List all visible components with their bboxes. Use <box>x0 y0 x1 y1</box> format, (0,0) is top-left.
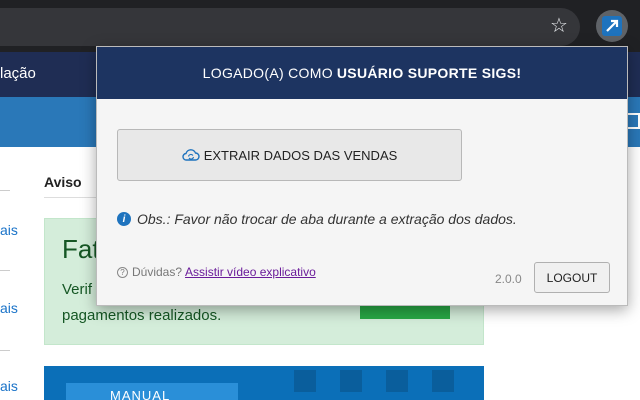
extension-icon <box>602 16 622 36</box>
alert-title: Fat <box>62 234 100 264</box>
help-prefix: Dúvidas? <box>132 265 183 279</box>
info-icon: i <box>117 212 131 226</box>
address-bar[interactable] <box>0 8 580 46</box>
header-prefix: LOGADO(A) COMO <box>202 65 333 81</box>
alert-text: Verif <box>62 281 93 298</box>
question-icon: ? <box>117 266 128 278</box>
obs-text: Obs.: Favor não trocar de aba durante a … <box>137 211 517 227</box>
sidebar-divider <box>0 190 10 191</box>
header-username: USUÁRIO SUPORTE SIGS! <box>336 65 522 81</box>
decorative-square <box>340 370 362 392</box>
extension-popup: LOGADO(A) COMO USUÁRIO SUPORTE SIGS! EXT… <box>96 46 628 306</box>
sidebar-divider <box>0 350 10 351</box>
popup-header: LOGADO(A) COMO USUÁRIO SUPORTE SIGS! <box>97 47 627 99</box>
logout-button[interactable]: LOGOUT <box>534 262 610 293</box>
manual-label: MANUAL <box>110 388 171 400</box>
sidebar-link[interactable]: ais <box>0 222 18 238</box>
version-label: 2.0.0 <box>495 272 522 286</box>
extract-sales-button[interactable]: EXTRAIR DADOS DAS VENDAS <box>117 129 462 181</box>
section-heading: Aviso <box>44 174 82 190</box>
obs-note: i Obs.: Favor não trocar de aba durante … <box>117 211 517 227</box>
help-row: ? Dúvidas? Assistir vídeo explicativo <box>117 265 316 279</box>
extension-button[interactable] <box>596 10 628 42</box>
nav-item-label[interactable]: lação <box>0 65 36 82</box>
star-icon[interactable]: ☆ <box>546 13 572 39</box>
browser-toolbar: ☆ <box>0 0 640 52</box>
alert-text: pagamentos realizados. <box>62 307 222 324</box>
decorative-square <box>386 370 408 392</box>
sidebar-divider <box>0 270 10 271</box>
sidebar-link[interactable]: ais <box>0 378 18 394</box>
extract-button-label: EXTRAIR DADOS DAS VENDAS <box>203 147 398 163</box>
decorative-square <box>294 370 316 392</box>
sidebar-link[interactable]: ais <box>0 300 18 316</box>
cloud-sync-icon <box>182 148 200 162</box>
decorative-square <box>432 370 454 392</box>
help-video-link[interactable]: Assistir vídeo explicativo <box>185 265 316 279</box>
